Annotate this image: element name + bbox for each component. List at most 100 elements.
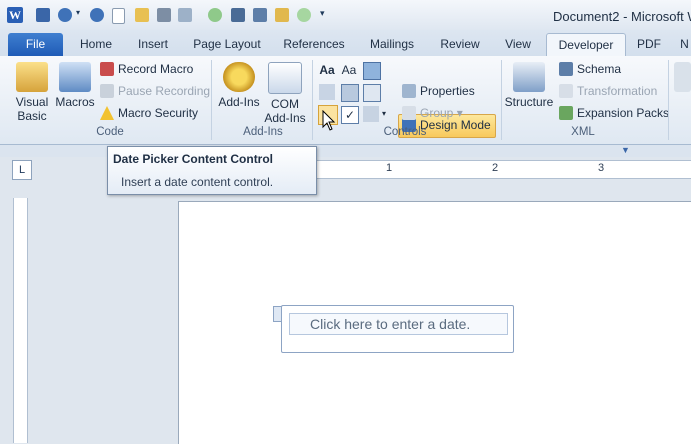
macros-button[interactable]: Macros <box>54 62 96 109</box>
schema-button[interactable]: Schema <box>559 60 621 78</box>
controls-group-label: Controls <box>383 126 427 138</box>
ruler-mark-3: 3 <box>598 162 605 174</box>
schema-icon <box>559 62 573 76</box>
expansion-packs-icon <box>559 106 573 120</box>
warning-icon <box>100 106 114 120</box>
structure-label: Structure <box>504 95 554 109</box>
tab-pdf[interactable]: PDF <box>633 34 665 56</box>
plain-text-control-icon[interactable]: Aa <box>341 62 357 78</box>
com-addins-button[interactable]: COM Add-Ins <box>263 62 307 125</box>
ribbon: Visual Basic Macros Record Macro Pause R… <box>0 56 691 145</box>
new-document-icon[interactable] <box>112 8 125 24</box>
expansion-packs-button[interactable]: Expansion Packs <box>559 104 669 122</box>
check-box-control-icon[interactable]: ✓ <box>341 106 359 124</box>
properties-button[interactable]: Properties <box>402 82 475 100</box>
group-label: Group <box>420 106 454 120</box>
undo-dropdown-icon[interactable]: ▾ <box>76 8 82 22</box>
group-separator <box>312 60 313 140</box>
tab-review[interactable]: Review <box>434 34 486 56</box>
properties-icon <box>402 84 416 98</box>
pause-recording-label: Pause Recording <box>118 84 211 98</box>
addins-group-label: Add-Ins <box>243 126 283 138</box>
folder-icon[interactable] <box>275 8 289 22</box>
macro-security-label: Macro Security <box>118 106 199 120</box>
ruler-collapse-bar: ▼ <box>0 145 691 157</box>
gear-icon <box>223 62 255 92</box>
building-block-control-icon[interactable] <box>319 84 335 100</box>
ribbon-tabs: File Home Insert Page Layout References … <box>0 30 691 57</box>
visual-basic-label: Visual Basic <box>15 95 49 123</box>
open-icon[interactable] <box>135 8 149 22</box>
window-title: Document2 - Microsoft W <box>553 9 691 24</box>
layout-icon[interactable] <box>178 8 192 22</box>
save-icon[interactable] <box>36 8 50 22</box>
group-separator <box>501 60 502 140</box>
tooltip-description: Insert a date content control. <box>121 175 274 189</box>
date-placeholder-text[interactable]: Click here to enter a date. <box>310 316 470 332</box>
group-separator <box>211 60 212 140</box>
protect-button-partial[interactable] <box>674 62 691 95</box>
structure-icon <box>513 62 545 92</box>
green-circle-icon[interactable] <box>208 8 222 22</box>
customize-quick-access-icon[interactable]: ▾ <box>320 8 328 22</box>
transformation-icon <box>559 84 573 98</box>
redo-icon[interactable] <box>90 8 104 22</box>
macros-icon <box>59 62 91 92</box>
transformation-button[interactable]: Transformation <box>559 82 657 100</box>
select-icon[interactable] <box>253 8 267 22</box>
group-button[interactable]: Group ▾ <box>402 104 463 122</box>
schema-label: Schema <box>577 62 622 76</box>
record-macro-label: Record Macro <box>118 62 194 76</box>
legacy-tools-dropdown-icon[interactable]: ▾ <box>380 106 388 122</box>
record-macro-icon <box>100 62 114 76</box>
com-addins-icon <box>268 62 302 94</box>
properties-label: Properties <box>420 84 475 98</box>
tab-selector[interactable]: L <box>12 160 32 180</box>
macros-label: Macros <box>55 95 95 109</box>
group-icon <box>402 106 416 120</box>
tab-view[interactable]: View <box>500 34 536 56</box>
legacy-tools-icon[interactable] <box>363 106 379 122</box>
record-macro-button[interactable]: Record Macro <box>100 60 193 78</box>
tab-more[interactable]: N <box>678 34 691 56</box>
protect-icon <box>674 62 691 92</box>
ruler-mark-1: 1 <box>386 162 393 174</box>
expansion-packs-label: Expansion Packs <box>577 106 670 120</box>
tab-developer[interactable]: Developer <box>546 33 626 57</box>
circle-icon[interactable] <box>297 8 311 22</box>
visual-basic-icon <box>16 62 48 92</box>
mouse-cursor-icon <box>322 110 336 131</box>
drop-down-list-control-icon[interactable] <box>363 84 381 102</box>
title-bar: W ▾ ▾ Document2 - Microsoft W <box>0 0 691 30</box>
tree-icon[interactable] <box>231 8 245 22</box>
undo-icon[interactable] <box>58 8 72 22</box>
structure-button[interactable]: Structure <box>504 62 554 109</box>
tab-file[interactable]: File <box>8 33 63 56</box>
tab-insert[interactable]: Insert <box>131 34 175 56</box>
tab-home[interactable]: Home <box>75 34 117 56</box>
rich-text-control-icon[interactable]: Aa <box>319 62 335 78</box>
picture-control-icon[interactable] <box>363 62 381 80</box>
addins-label: Add-Ins <box>218 95 260 109</box>
pause-recording-button[interactable]: Pause Recording <box>100 82 210 100</box>
macro-security-button[interactable]: Macro Security <box>100 104 198 122</box>
tab-page-layout[interactable]: Page Layout <box>189 34 265 56</box>
word-logo-icon[interactable]: W <box>7 7 23 23</box>
visual-basic-button[interactable]: Visual Basic <box>12 62 52 123</box>
code-group-label: Code <box>96 126 124 138</box>
addins-button[interactable]: Add-Ins <box>217 62 261 109</box>
print-icon[interactable] <box>157 8 171 22</box>
transformation-label: Transformation <box>577 84 658 98</box>
com-addins-label-1: COM <box>271 97 299 111</box>
vertical-ruler[interactable] <box>13 198 28 443</box>
combo-box-control-icon[interactable] <box>341 84 359 102</box>
pause-icon <box>100 84 114 98</box>
group-separator <box>668 60 669 140</box>
minimize-ribbon-icon[interactable]: ▼ <box>621 145 630 155</box>
com-addins-label-2: Add-Ins <box>264 111 306 125</box>
xml-group-label: XML <box>571 126 595 138</box>
tab-mailings[interactable]: Mailings <box>364 34 420 56</box>
ruler-mark-2: 2 <box>492 162 499 174</box>
tab-references[interactable]: References <box>280 34 348 56</box>
tooltip-title: Date Picker Content Control <box>113 152 274 166</box>
